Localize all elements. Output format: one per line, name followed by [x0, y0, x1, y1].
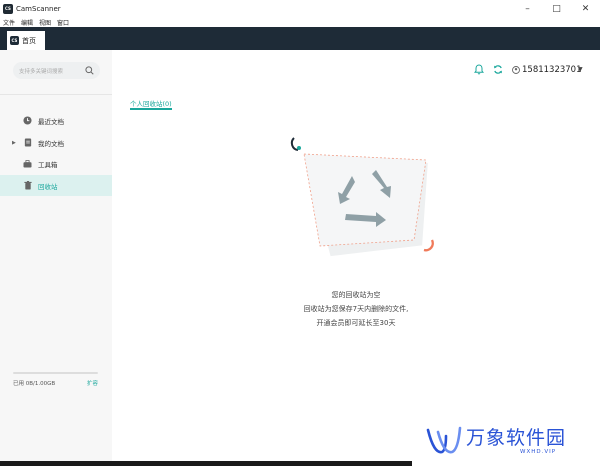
storage-usage-text: 已用 0B/1.00GB [13, 381, 56, 387]
empty-state-title: 您的回收站为空 [331, 291, 381, 299]
app-logo-icon: CS [3, 3, 13, 14]
empty-state-description: 开通会员即可延长至30天 [316, 319, 396, 327]
cs-logo-icon: CS [10, 36, 19, 45]
menu-view[interactable]: 视图 [39, 18, 51, 27]
expand-arrow-icon[interactable]: ▶ [12, 140, 16, 146]
document-icon [23, 138, 32, 147]
empty-trash-illustration [290, 137, 434, 257]
sidebar-item-my-docs[interactable]: ▶ 我的文档 [0, 132, 112, 153]
minimize-button[interactable]: – [513, 0, 542, 17]
sidebar-divider [0, 94, 112, 95]
sidebar-item-label: 工具箱 [38, 160, 58, 169]
toolbox-icon [23, 159, 32, 168]
sidebar-item-recent[interactable]: 最近文档 [0, 110, 112, 131]
main-content: 15811323701 ▼ 个人回收站(0) 您的回收站为空 回收站为您保存7天… [112, 50, 600, 461]
window-controls: – □ ✕ [513, 0, 600, 17]
chevron-down-icon[interactable]: ▼ [578, 66, 583, 73]
watermark-logo-icon [426, 426, 462, 454]
sidebar-item-label: 最近文档 [38, 117, 64, 126]
window-title: CamScanner [16, 4, 61, 13]
expand-storage-link[interactable]: 扩容 [87, 379, 98, 387]
menu-window[interactable]: 窗口 [57, 18, 69, 27]
title-bar: CS CamScanner – □ ✕ [0, 0, 600, 17]
close-button[interactable]: ✕ [571, 0, 600, 17]
maximize-button[interactable]: □ [542, 0, 571, 17]
trash-icon [23, 181, 32, 190]
sidebar-item-label: 回收站 [38, 182, 58, 191]
search-icon[interactable] [85, 66, 94, 75]
bell-icon[interactable] [473, 64, 485, 77]
sync-icon[interactable] [493, 64, 503, 77]
tab-home-label: 首页 [22, 36, 36, 45]
user-avatar-icon[interactable] [512, 66, 520, 76]
watermark: 万象软件园 WXHD.VIP [412, 418, 600, 466]
active-tab-indicator [130, 108, 172, 110]
clock-icon [23, 116, 32, 125]
menu-bar: 文件 编辑 视图 窗口 [0, 17, 600, 27]
watermark-subtext: WXHD.VIP [520, 449, 557, 455]
sidebar-item-trash[interactable]: 回收站 [0, 175, 112, 196]
search-input[interactable]: 支持多关键词搜索 [13, 62, 100, 79]
user-account-name[interactable]: 15811323701 [522, 65, 582, 75]
search-placeholder: 支持多关键词搜索 [19, 68, 64, 75]
menu-edit[interactable]: 编辑 [21, 18, 33, 27]
sidebar-item-label: 我的文档 [38, 139, 64, 148]
watermark-text: 万象软件园 [466, 427, 567, 449]
menu-file[interactable]: 文件 [3, 18, 15, 27]
tab-home[interactable]: CS 首页 [7, 31, 45, 50]
tab-bar: CS 首页 [0, 27, 600, 50]
storage-progress-bar [13, 372, 98, 374]
sidebar: 支持多关键词搜索 最近文档 ▶ 我的文档 工具箱 回收站 已用 0B/1.00G… [0, 50, 112, 466]
sidebar-item-toolbox[interactable]: 工具箱 [0, 153, 112, 174]
empty-state-description: 回收站为您保存7天内删除的文件, [303, 305, 409, 313]
tab-personal-trash[interactable]: 个人回收站(0) [130, 98, 172, 108]
